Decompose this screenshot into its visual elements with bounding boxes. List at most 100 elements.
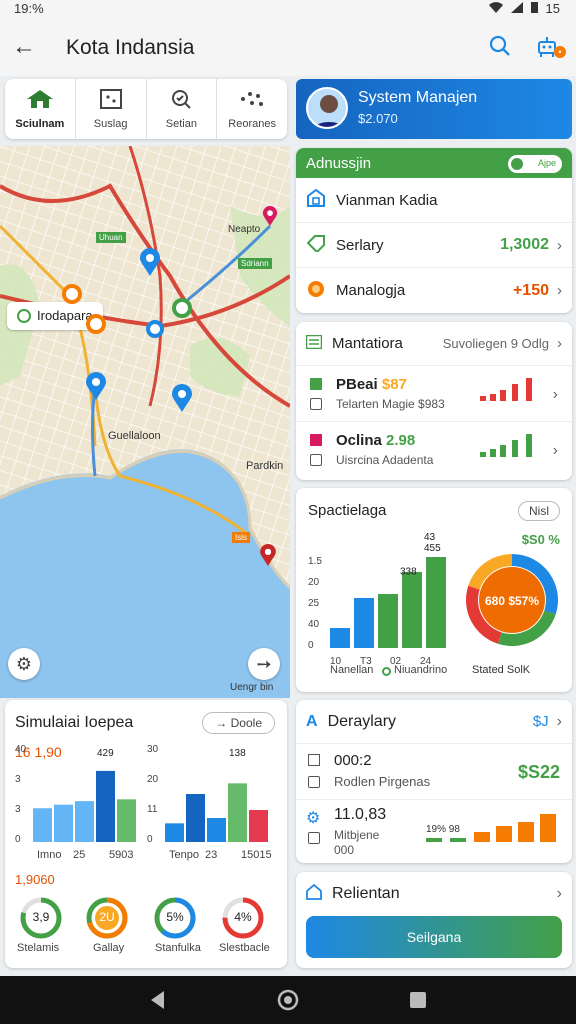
donut-title: $S0 % [521, 532, 560, 547]
status-time: 19:% [14, 1, 44, 16]
y-tick-label: 0 [308, 640, 314, 651]
bar [402, 572, 422, 648]
map-label: Guellaloon [108, 430, 161, 442]
card-title: Simulaiai Ioepea [15, 714, 134, 731]
profile-value: $2.070 [358, 111, 398, 126]
list-item[interactable]: ⚙ 11.0,83 Mitbjene 000 19% 98 [296, 800, 572, 862]
chevron-right-icon: › [552, 442, 558, 459]
list-item[interactable]: PBeai $87 Telarten Magie $983 › [296, 366, 572, 422]
tab-label: Sciulnam [15, 117, 65, 130]
list-item[interactable]: Oclina 2.98 Uisrcina Adadenta › [296, 422, 572, 478]
doole-button[interactable]: → Doole [202, 712, 275, 734]
notification-badge: • [554, 46, 566, 58]
checkbox-icon[interactable] [310, 454, 322, 466]
tab-suslag[interactable]: Suslag [76, 79, 147, 139]
data-label: 43 [424, 532, 436, 543]
home-icon [306, 883, 322, 905]
signal-icon [510, 1, 523, 16]
admission-row[interactable]: Vianman Kadia [296, 178, 572, 223]
bar [378, 594, 398, 648]
y-tick-label: 40 [308, 619, 320, 630]
home-nav-icon[interactable] [276, 988, 300, 1012]
simulasi-value: 1,9060 [15, 872, 55, 887]
system-nav-bar [0, 976, 576, 1024]
back-nav-icon[interactable] [146, 988, 170, 1012]
status-bar: 19:% 15 [0, 0, 576, 18]
admission-row[interactable]: Serlary 1,3002 › [296, 223, 572, 268]
map-label: Pardkin [246, 460, 284, 472]
checkbox-icon[interactable] [308, 776, 320, 788]
map-poi-orange[interactable] [62, 284, 82, 304]
dots-icon [238, 89, 266, 112]
gauge-label: Stanfulka [155, 942, 201, 954]
checkbox-icon[interactable] [310, 398, 322, 410]
app-bar: ← Kota Indansia • [0, 18, 576, 76]
seilgana-button[interactable]: Seilgana [306, 916, 562, 958]
donut-label: Stated SolK [472, 664, 531, 676]
legend-dot-icon [382, 667, 391, 676]
list-item[interactable]: 000:2 Rodlen Pirgenas $S22 [296, 744, 572, 800]
admission-row[interactable]: Manalogja +150 › [296, 268, 572, 313]
play-icon [308, 754, 320, 766]
y-tick-label: 30 [147, 744, 159, 755]
checkbox-icon[interactable] [308, 832, 320, 844]
search-icon[interactable] [488, 34, 512, 63]
x-tick-label: 15015 [241, 849, 272, 861]
deraylary-icon: A [306, 712, 318, 730]
map-poi-green[interactable] [172, 298, 192, 318]
coin-icon [306, 280, 326, 302]
tab-label: Setian [165, 117, 197, 130]
tab-setian[interactable]: Setian [147, 79, 218, 139]
tab-reoranes[interactable]: Reoranes [217, 79, 287, 139]
bar [228, 783, 247, 842]
city-map[interactable]: Irodapara Neapto Uhuan Sdriann Guellaloo… [0, 146, 290, 698]
mantatiora-link[interactable]: Suvoliegen 9 Odlg [443, 336, 549, 351]
map-pin-icon[interactable] [260, 544, 276, 566]
bar [33, 808, 52, 842]
map-poi-orange[interactable] [86, 314, 106, 334]
map-pin-icon[interactable] [262, 206, 278, 226]
bar [165, 823, 184, 842]
tab-label: Suslag [93, 117, 128, 130]
spectielaga-bar-chart: 1.520254003384554310 T3 02 24 [308, 532, 446, 667]
battery-icon [530, 1, 538, 16]
y-tick-label: 3 [15, 774, 21, 785]
nisl-button[interactable]: Nisl [518, 501, 560, 521]
y-tick-label: 25 [308, 598, 320, 609]
tab-sciulnam[interactable]: Sciulnam [5, 79, 76, 139]
page-title: Kota Indansia [66, 36, 195, 59]
category-tabs: Sciulnam Suslag Setian Reoranes [5, 79, 287, 139]
map-pin-icon[interactable] [172, 384, 192, 412]
bar [249, 810, 268, 842]
deraylary-header[interactable]: A Deraylary $J › [296, 700, 572, 744]
house-icon [26, 89, 54, 112]
admission-toggle[interactable]: Ajpe [508, 155, 562, 173]
y-tick-label: 20 [147, 774, 159, 785]
y-tick-label: 40 [15, 744, 27, 755]
map-pin-icon[interactable] [86, 372, 106, 400]
gauge: 3,9 [19, 896, 63, 940]
recents-nav-icon[interactable] [406, 988, 430, 1012]
gauge-label: Stelamis [17, 942, 60, 954]
map-poi-blue[interactable] [146, 320, 164, 338]
map-pin-icon[interactable] [140, 248, 160, 276]
gear-icon: ⚙ [306, 810, 321, 827]
gauge: 4% [221, 896, 265, 940]
chevron-right-icon: › [557, 282, 562, 299]
relientan-header[interactable]: Relientan › [296, 872, 572, 916]
y-tick-label: 3 [15, 804, 21, 815]
bar [207, 818, 226, 842]
simulasi-card: Simulaiai Ioepea → Doole 16 1,90 40 3 3 0 42… [5, 700, 287, 968]
tab-label: Reoranes [228, 117, 276, 130]
compass-button[interactable]: ➙ [248, 648, 280, 680]
back-arrow-icon[interactable]: ← [12, 33, 36, 61]
bar [186, 794, 205, 842]
mantatiora-header[interactable]: Mantatiora Suvoliegen 9 Odlg › [296, 322, 572, 366]
donut-center-value: 680 $57% [484, 594, 540, 608]
wifi-icon [488, 1, 503, 16]
locate-button[interactable]: ⚙ [8, 648, 40, 680]
status-right-text: 15 [545, 1, 560, 16]
map-label: Sdriann [238, 258, 272, 269]
map-label: Isls [232, 532, 250, 543]
profile-card[interactable]: System Manajen $2.070 [296, 79, 572, 139]
